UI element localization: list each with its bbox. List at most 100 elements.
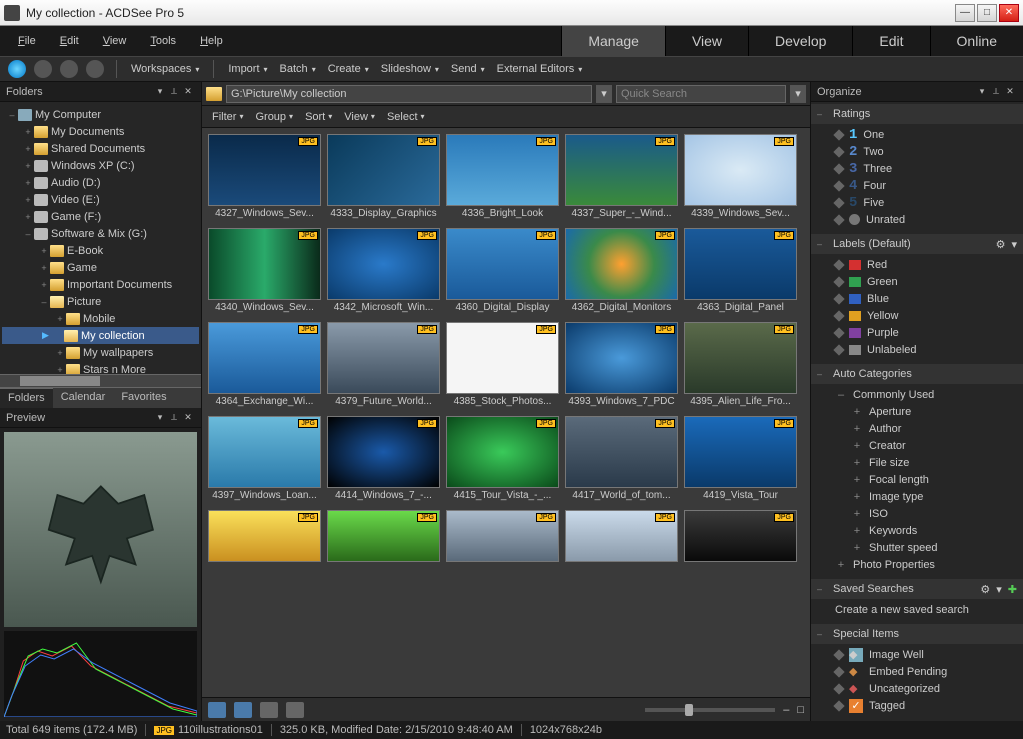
thumbnail[interactable]: JPG bbox=[327, 510, 440, 562]
panel-close-icon[interactable]: ✕ bbox=[181, 86, 195, 97]
filter-menu[interactable]: Filter bbox=[208, 108, 247, 126]
category-item[interactable]: +File size bbox=[811, 454, 1023, 471]
thumbnail-size-slider[interactable] bbox=[645, 708, 775, 712]
rating-item[interactable]: 4Four bbox=[811, 177, 1023, 194]
thumbnail[interactable]: JPG4417_World_of_tom... bbox=[565, 416, 678, 504]
zoom-in-icon[interactable]: □ bbox=[797, 704, 804, 716]
rating-item[interactable]: 5Five bbox=[811, 194, 1023, 211]
tree-node[interactable]: My Computer bbox=[35, 109, 101, 121]
import-menu[interactable]: Import bbox=[224, 59, 271, 79]
batch-menu[interactable]: Batch bbox=[276, 59, 320, 79]
view-mode-button[interactable] bbox=[208, 702, 226, 718]
create-menu[interactable]: Create bbox=[324, 59, 373, 79]
special-item[interactable]: ◆Uncategorized bbox=[811, 680, 1023, 697]
workspaces-menu[interactable]: Workspaces bbox=[127, 59, 203, 79]
panel-pin-icon[interactable]: ⟂ bbox=[167, 86, 181, 97]
view-mode-button[interactable] bbox=[234, 702, 252, 718]
minimize-button[interactable]: — bbox=[955, 4, 975, 22]
thumbnail[interactable]: JPG4364_Exchange_Wi... bbox=[208, 322, 321, 410]
thumbnail[interactable]: JPG4339_Windows_Sev... bbox=[684, 134, 797, 222]
ratings-header[interactable]: –Ratings bbox=[811, 104, 1023, 124]
tree-node[interactable]: Game bbox=[67, 262, 97, 274]
category-item[interactable]: +Creator bbox=[811, 437, 1023, 454]
label-item[interactable]: Red bbox=[811, 256, 1023, 273]
nav-forward-button[interactable] bbox=[34, 60, 52, 78]
tree-node[interactable]: Software & Mix (G:) bbox=[51, 228, 147, 240]
thumbnail[interactable]: JPG bbox=[565, 510, 678, 562]
panel-close-icon[interactable]: ✕ bbox=[181, 412, 195, 423]
panel-menu-icon[interactable]: ▾ bbox=[153, 86, 167, 97]
quick-search-input[interactable]: Quick Search bbox=[616, 85, 786, 103]
thumbnail[interactable]: JPG4393_Windows_7_PDC bbox=[565, 322, 678, 410]
thumbnail[interactable]: JPG4360_Digital_Display bbox=[446, 228, 559, 316]
sort-menu[interactable]: Sort bbox=[301, 108, 336, 126]
thumbnail[interactable]: JPG bbox=[446, 510, 559, 562]
panel-pin-icon[interactable]: ⟂ bbox=[989, 86, 1003, 97]
thumbnail[interactable]: JPG4333_Display_Graphics bbox=[327, 134, 440, 222]
category-item[interactable]: –Commonly Used bbox=[811, 386, 1023, 403]
thumbnail[interactable]: JPG bbox=[684, 510, 797, 562]
label-item[interactable]: Yellow bbox=[811, 307, 1023, 324]
tree-hscroll[interactable] bbox=[0, 374, 201, 388]
tree-node[interactable]: Windows XP (C:) bbox=[51, 160, 135, 172]
rating-item[interactable]: Unrated bbox=[811, 211, 1023, 228]
category-item[interactable]: +ISO bbox=[811, 505, 1023, 522]
menu-file[interactable]: File bbox=[8, 31, 46, 51]
send-menu[interactable]: Send bbox=[447, 59, 489, 79]
tree-node[interactable]: My Documents bbox=[51, 126, 124, 138]
panel-menu-icon[interactable]: ▾ bbox=[153, 412, 167, 423]
tree-node[interactable]: Mobile bbox=[83, 313, 115, 325]
thumbnail[interactable]: JPG4327_Windows_Sev... bbox=[208, 134, 321, 222]
panel-menu-icon[interactable]: ▾ bbox=[975, 86, 989, 97]
autocat-header[interactable]: –Auto Categories bbox=[811, 364, 1023, 384]
special-items-header[interactable]: –Special Items bbox=[811, 624, 1023, 644]
zoom-out-icon[interactable]: – bbox=[783, 704, 789, 716]
thumbnail[interactable]: JPG4363_Digital_Panel bbox=[684, 228, 797, 316]
tab-calendar[interactable]: Calendar bbox=[53, 388, 114, 408]
menu-view[interactable]: View bbox=[93, 31, 137, 51]
new-search-link[interactable]: Create a new saved search bbox=[811, 601, 1023, 618]
nav-back-button[interactable] bbox=[8, 60, 26, 78]
close-button[interactable]: ✕ bbox=[999, 4, 1019, 22]
tab-edit[interactable]: Edit bbox=[852, 26, 929, 56]
tab-folders[interactable]: Folders bbox=[0, 388, 53, 408]
tab-develop[interactable]: Develop bbox=[748, 26, 852, 56]
add-search-icon[interactable]: ✚ bbox=[1008, 583, 1017, 596]
thumbnail[interactable]: JPG4336_Bright_Look bbox=[446, 134, 559, 222]
tree-node[interactable]: Video (E:) bbox=[51, 194, 100, 206]
special-item[interactable]: ✓Tagged bbox=[811, 697, 1023, 714]
category-item[interactable]: +Focal length bbox=[811, 471, 1023, 488]
tree-node[interactable]: Audio (D:) bbox=[51, 177, 101, 189]
search-dropdown-icon[interactable]: ▾ bbox=[790, 85, 806, 103]
thumbnail[interactable]: JPG4340_Windows_Sev... bbox=[208, 228, 321, 316]
thumbnail[interactable]: JPG4395_Alien_Life_Fro... bbox=[684, 322, 797, 410]
group-menu[interactable]: Group bbox=[251, 108, 297, 126]
tab-favorites[interactable]: Favorites bbox=[113, 388, 174, 408]
thumbnail[interactable]: JPG bbox=[208, 510, 321, 562]
tree-node[interactable]: Shared Documents bbox=[51, 143, 145, 155]
label-item[interactable]: Unlabeled bbox=[811, 341, 1023, 358]
menu-help[interactable]: Help bbox=[190, 31, 233, 51]
special-item[interactable]: ◆Image Well bbox=[811, 646, 1023, 663]
category-item[interactable]: +Aperture bbox=[811, 403, 1023, 420]
view-menu[interactable]: View bbox=[340, 108, 379, 126]
gear-icon[interactable]: ⚙ bbox=[996, 238, 1006, 251]
thumbnail[interactable]: JPG4414_Windows_7_-... bbox=[327, 416, 440, 504]
tree-node[interactable]: E-Book bbox=[67, 245, 103, 257]
tree-node[interactable]: Game (F:) bbox=[51, 211, 101, 223]
menu-edit[interactable]: Edit bbox=[50, 31, 89, 51]
tree-node[interactable]: My wallpapers bbox=[83, 347, 153, 359]
tree-node[interactable]: Picture bbox=[67, 296, 101, 308]
category-item[interactable]: +Image type bbox=[811, 488, 1023, 505]
thumbnail[interactable]: JPG4342_Microsoft_Win... bbox=[327, 228, 440, 316]
rotate-button[interactable] bbox=[260, 702, 278, 718]
nav-up-button[interactable] bbox=[60, 60, 78, 78]
label-item[interactable]: Purple bbox=[811, 324, 1023, 341]
tab-view[interactable]: View bbox=[665, 26, 748, 56]
thumbnail[interactable]: JPG4419_Vista_Tour bbox=[684, 416, 797, 504]
menu-tools[interactable]: Tools bbox=[140, 31, 186, 51]
tree-node[interactable]: Important Documents bbox=[67, 279, 172, 291]
path-input[interactable]: G:\Picture\My collection bbox=[226, 85, 592, 103]
preview-image[interactable] bbox=[4, 432, 197, 627]
panel-close-icon[interactable]: ✕ bbox=[1003, 86, 1017, 97]
